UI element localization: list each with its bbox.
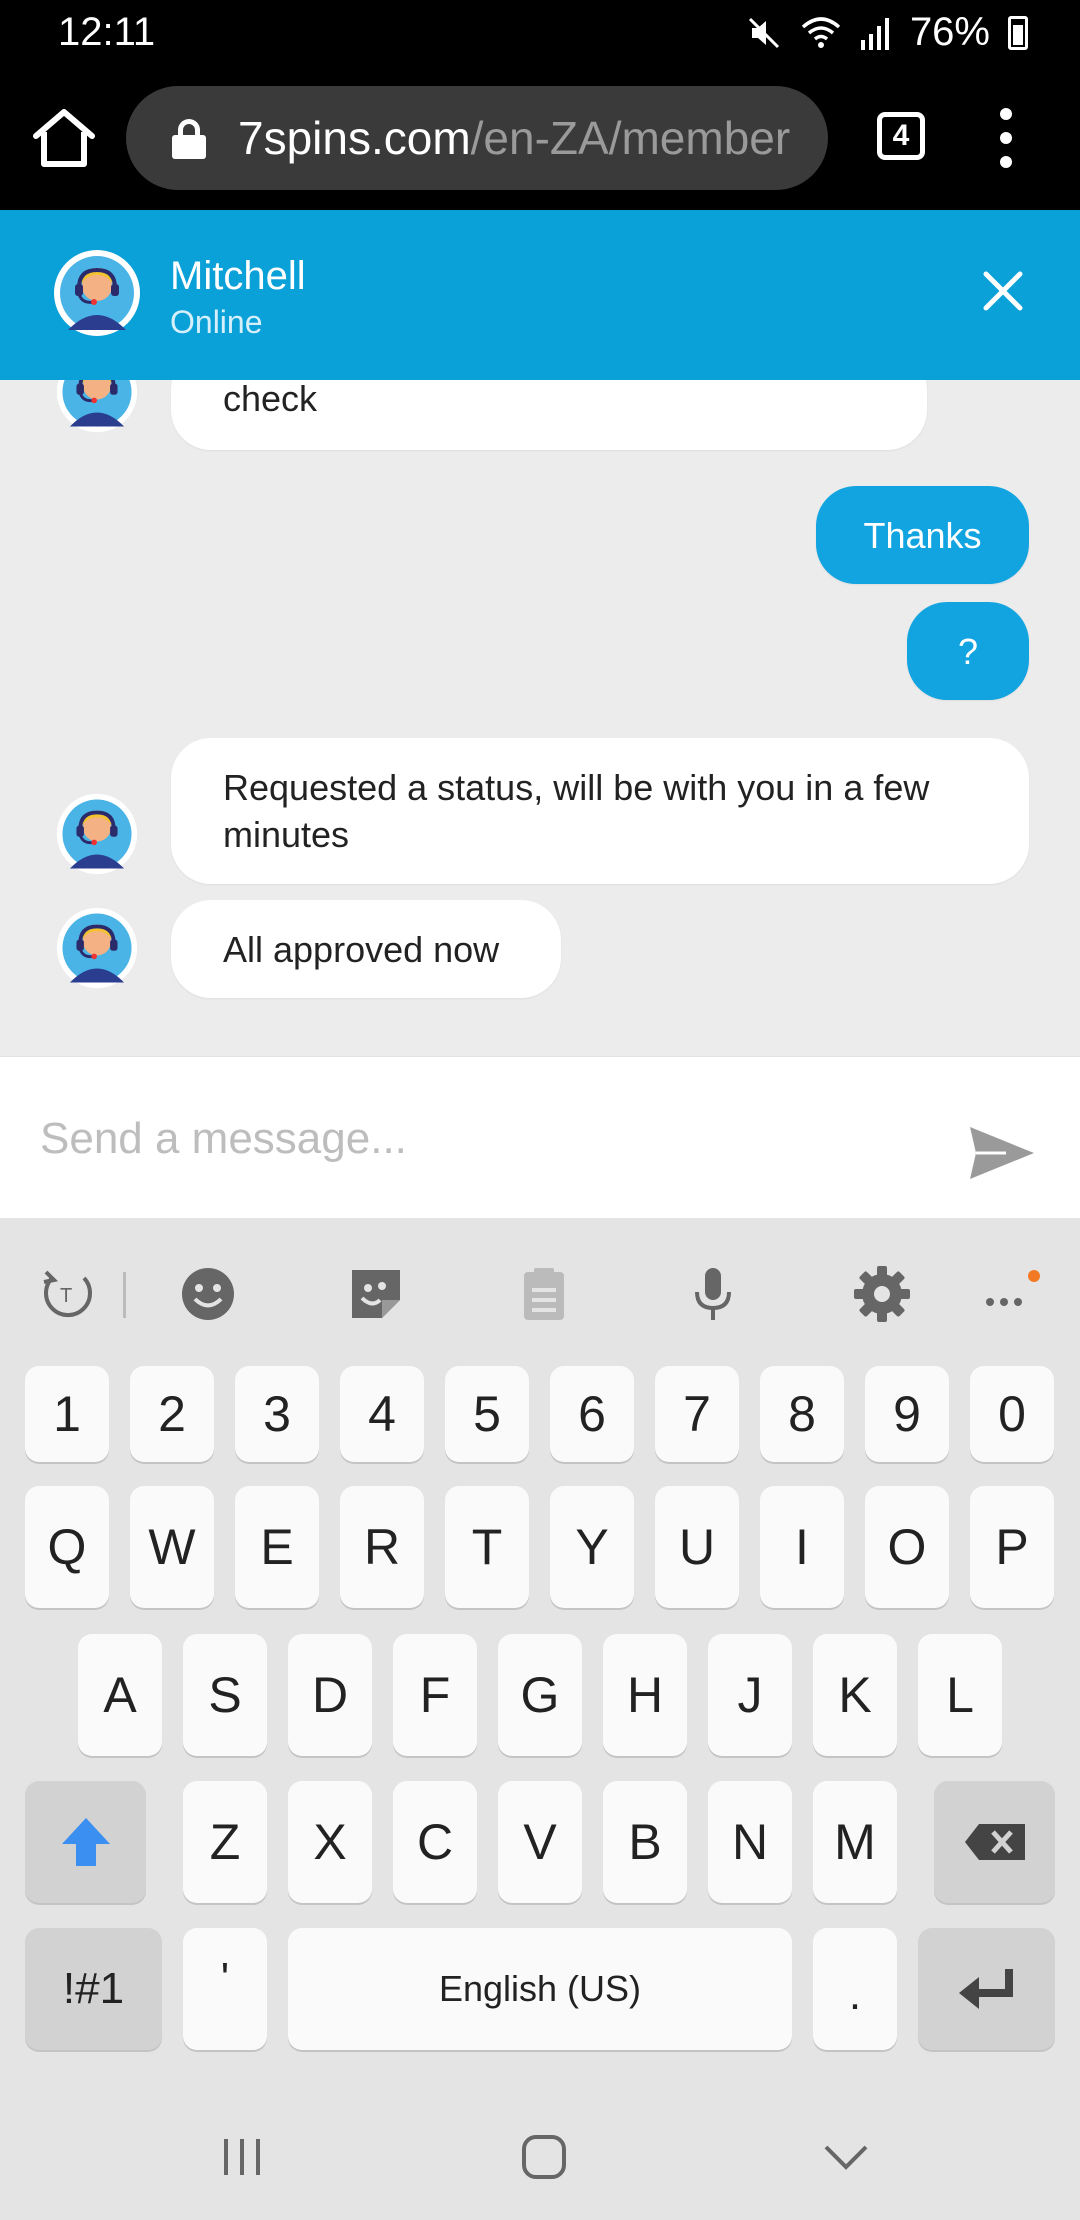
- mute-icon: [748, 17, 779, 48]
- signal-icon: [860, 17, 889, 50]
- key-r[interactable]: R: [340, 1486, 424, 1608]
- key-o[interactable]: O: [865, 1486, 949, 1608]
- lock-icon: [172, 119, 206, 159]
- key-v[interactable]: V: [498, 1781, 582, 1903]
- url-host: 7spins.com: [238, 112, 471, 164]
- key-0[interactable]: 0: [970, 1366, 1054, 1462]
- chat-header: Mitchell Online: [0, 210, 1080, 380]
- chat-messages[interactable]: Please allow me a few moments to check T…: [0, 380, 1080, 1056]
- key-s[interactable]: S: [183, 1634, 267, 1756]
- key-h[interactable]: H: [603, 1634, 687, 1756]
- key-4[interactable]: 4: [340, 1366, 424, 1462]
- agent-avatar: [56, 907, 138, 989]
- agent-name: Mitchell: [170, 254, 306, 298]
- clipboard-icon[interactable]: [514, 1264, 574, 1324]
- hide-keyboard-icon[interactable]: [816, 2127, 876, 2187]
- key-y[interactable]: Y: [550, 1486, 634, 1608]
- key-b[interactable]: B: [603, 1781, 687, 1903]
- more-tools-icon[interactable]: [982, 1264, 1042, 1324]
- wifi-icon: [801, 16, 841, 48]
- period-key[interactable]: .: [813, 1928, 897, 2050]
- space-key[interactable]: English (US): [288, 1928, 792, 2050]
- settings-gear-icon[interactable]: [852, 1264, 912, 1324]
- translate-icon[interactable]: T: [38, 1264, 98, 1324]
- message-composer: [0, 1056, 1080, 1218]
- enter-key[interactable]: [918, 1928, 1055, 2050]
- key-f[interactable]: F: [393, 1634, 477, 1756]
- status-time: 12:11: [58, 10, 156, 54]
- battery-icon: [1008, 15, 1028, 50]
- agent-message: Requested a status, will be with you in …: [171, 738, 1029, 884]
- shift-key[interactable]: [25, 1781, 146, 1903]
- key-c[interactable]: C: [393, 1781, 477, 1903]
- more-options-icon[interactable]: [990, 108, 1022, 168]
- key-w[interactable]: W: [130, 1486, 214, 1608]
- browser-toolbar: 7spins.com/en-ZA/member 4: [0, 66, 1080, 210]
- key-t[interactable]: T: [445, 1486, 529, 1608]
- send-icon[interactable]: [966, 1123, 1038, 1183]
- key-p[interactable]: P: [970, 1486, 1054, 1608]
- microphone-icon[interactable]: [683, 1264, 743, 1324]
- system-navigation-bar: [0, 2085, 1080, 2220]
- key-e[interactable]: E: [235, 1486, 319, 1608]
- key-g[interactable]: G: [498, 1634, 582, 1756]
- home-icon[interactable]: [30, 104, 98, 172]
- key-d[interactable]: D: [288, 1634, 372, 1756]
- agent-avatar: [56, 793, 138, 875]
- tab-switcher-button[interactable]: 4: [877, 112, 925, 160]
- key-k[interactable]: K: [813, 1634, 897, 1756]
- status-bar: 12:11 76%: [0, 0, 1080, 66]
- key-l[interactable]: L: [918, 1634, 1002, 1756]
- recent-apps-icon[interactable]: [212, 2127, 272, 2187]
- key-7[interactable]: 7: [655, 1366, 739, 1462]
- user-message: Thanks: [816, 486, 1029, 584]
- sticker-icon[interactable]: [346, 1264, 406, 1324]
- message-input[interactable]: [40, 1107, 920, 1171]
- key-x[interactable]: X: [288, 1781, 372, 1903]
- backspace-key[interactable]: [934, 1781, 1055, 1903]
- agent-message: Please allow me a few moments to check: [171, 380, 927, 450]
- backspace-icon: [964, 1824, 1025, 1860]
- key-i[interactable]: I: [760, 1486, 844, 1608]
- key-2[interactable]: 2: [130, 1366, 214, 1462]
- keyboard-toolbar: T: [0, 1218, 1080, 1358]
- key-8[interactable]: 8: [760, 1366, 844, 1462]
- key-z[interactable]: Z: [183, 1781, 267, 1903]
- enter-icon: [958, 1969, 1013, 2009]
- key-5[interactable]: 5: [445, 1366, 529, 1462]
- address-bar[interactable]: 7spins.com/en-ZA/member: [126, 86, 828, 190]
- key-1[interactable]: 1: [25, 1366, 109, 1462]
- key-q[interactable]: Q: [25, 1486, 109, 1608]
- shift-arrow-icon: [61, 1818, 110, 1866]
- key-m[interactable]: M: [813, 1781, 897, 1903]
- key-a[interactable]: A: [78, 1634, 162, 1756]
- apostrophe-key[interactable]: ': [183, 1928, 267, 2050]
- key-n[interactable]: N: [708, 1781, 792, 1903]
- agent-message: All approved now: [171, 900, 561, 998]
- close-icon[interactable]: [978, 266, 1028, 316]
- key-j[interactable]: J: [708, 1634, 792, 1756]
- agent-status: Online: [170, 304, 263, 340]
- agent-avatar: [54, 250, 140, 336]
- svg-text:T: T: [60, 1285, 72, 1307]
- battery-percent: 76%: [909, 10, 990, 54]
- status-icons: 76%: [746, 10, 1028, 55]
- key-9[interactable]: 9: [865, 1366, 949, 1462]
- user-message: ?: [907, 602, 1029, 700]
- agent-avatar: [56, 380, 138, 433]
- key-3[interactable]: 3: [235, 1366, 319, 1462]
- toolbar-divider: [123, 1272, 126, 1318]
- on-screen-keyboard: T 1 2 3 4 5 6 7 8 9 0 Q W E R T Y U I O …: [0, 1218, 1080, 2085]
- home-button-icon[interactable]: [514, 2127, 574, 2187]
- key-u[interactable]: U: [655, 1486, 739, 1608]
- emoji-icon[interactable]: [178, 1264, 238, 1324]
- url-path: /en-ZA/member: [470, 112, 791, 164]
- key-6[interactable]: 6: [550, 1366, 634, 1462]
- symbols-key[interactable]: !#1: [25, 1928, 162, 2050]
